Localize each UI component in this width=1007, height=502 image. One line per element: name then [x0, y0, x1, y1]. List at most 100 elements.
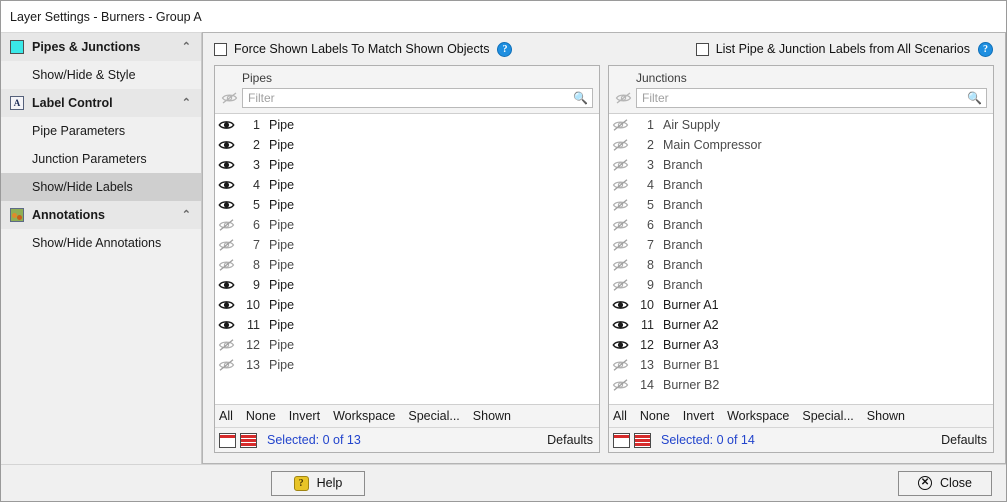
- sidebar-item-junction-parameters[interactable]: Junction Parameters: [1, 145, 201, 173]
- pipes-list[interactable]: 1 Pipe 2 Pipe 3 Pipe 4 Pipe 5 Pipe 6 Pipe 7 Pipe 8 Pipe…: [215, 113, 599, 405]
- pipes-defaults-button[interactable]: Defaults: [547, 433, 593, 447]
- sidebar-item-show-hide-labels[interactable]: Show/Hide Labels: [1, 173, 201, 201]
- table-row[interactable]: 11 Burner A2: [609, 315, 993, 335]
- table-row[interactable]: 6 Branch: [609, 215, 993, 235]
- toggle-eye-visible-icon[interactable]: [218, 298, 239, 312]
- toggle-eye-hidden-icon[interactable]: [612, 278, 633, 292]
- toggle-eye-hidden-icon[interactable]: [218, 218, 239, 232]
- table-row[interactable]: 2 Pipe: [215, 135, 599, 155]
- table-row[interactable]: 13 Pipe: [215, 355, 599, 375]
- toggle-eye-hidden-icon[interactable]: [612, 138, 633, 152]
- sidebar-item-show-hide-annotations[interactable]: Show/Hide Annotations: [1, 229, 201, 257]
- expand-rows-icon[interactable]: [634, 432, 651, 448]
- chevron-up-icon[interactable]: ⌃: [182, 209, 191, 221]
- toggle-eye-hidden-icon[interactable]: [218, 338, 239, 352]
- sidebar-item-show-hide-style[interactable]: Show/Hide & Style: [1, 61, 201, 89]
- action-invert-button[interactable]: Invert: [289, 409, 320, 423]
- table-row[interactable]: 4 Branch: [609, 175, 993, 195]
- junctions-filter-input[interactable]: Filter 🔍: [636, 88, 987, 108]
- chevron-up-icon[interactable]: ⌃: [182, 41, 191, 53]
- action-all-button[interactable]: All: [613, 409, 627, 423]
- action-none-button[interactable]: None: [640, 409, 670, 423]
- table-row[interactable]: 1 Air Supply: [609, 115, 993, 135]
- table-row[interactable]: 7 Branch: [609, 235, 993, 255]
- table-row[interactable]: 8 Branch: [609, 255, 993, 275]
- toggle-eye-hidden-icon[interactable]: [612, 198, 633, 212]
- table-row[interactable]: 2 Main Compressor: [609, 135, 993, 155]
- table-row[interactable]: 9 Pipe: [215, 275, 599, 295]
- action-shown-button[interactable]: Shown: [473, 409, 511, 423]
- row-label: Pipe: [269, 258, 295, 272]
- chevron-up-icon[interactable]: ⌃: [182, 97, 191, 109]
- pipes-header-eye-hidden-icon[interactable]: [221, 91, 242, 105]
- pipes-filter-input[interactable]: Filter 🔍: [242, 88, 593, 108]
- action-shown-button[interactable]: Shown: [867, 409, 905, 423]
- table-row[interactable]: 4 Pipe: [215, 175, 599, 195]
- collapse-rows-icon[interactable]: [219, 432, 236, 448]
- toggle-eye-visible-icon[interactable]: [612, 338, 633, 352]
- action-workspace-button[interactable]: Workspace: [333, 409, 395, 423]
- table-row[interactable]: 7 Pipe: [215, 235, 599, 255]
- close-button[interactable]: ✕ Close: [898, 470, 992, 496]
- toggle-eye-hidden-icon[interactable]: [612, 118, 633, 132]
- junctions-header-eye-hidden-icon[interactable]: [615, 91, 636, 105]
- toggle-eye-visible-icon[interactable]: [612, 318, 633, 332]
- toggle-eye-visible-icon[interactable]: [218, 118, 239, 132]
- toggle-eye-hidden-icon[interactable]: [218, 238, 239, 252]
- collapse-rows-icon[interactable]: [613, 432, 630, 448]
- expand-rows-icon[interactable]: [240, 432, 257, 448]
- toggle-eye-visible-icon[interactable]: [612, 298, 633, 312]
- sidebar-group-pipes-junctions[interactable]: Pipes & Junctions ⌃: [1, 33, 201, 61]
- search-icon[interactable]: 🔍: [967, 91, 982, 105]
- table-row[interactable]: 12 Burner A3: [609, 335, 993, 355]
- action-invert-button[interactable]: Invert: [683, 409, 714, 423]
- table-row[interactable]: 14 Burner B2: [609, 375, 993, 395]
- checkbox-box[interactable]: [214, 42, 227, 56]
- toggle-eye-hidden-icon[interactable]: [612, 218, 633, 232]
- toggle-eye-visible-icon[interactable]: [218, 138, 239, 152]
- sidebar-item-pipe-parameters[interactable]: Pipe Parameters: [1, 117, 201, 145]
- toggle-eye-visible-icon[interactable]: [218, 198, 239, 212]
- help-circle-icon[interactable]: ?: [497, 41, 513, 57]
- toggle-eye-visible-icon[interactable]: [218, 178, 239, 192]
- toggle-eye-hidden-icon[interactable]: [612, 178, 633, 192]
- search-icon[interactable]: 🔍: [573, 91, 588, 105]
- table-row[interactable]: 11 Pipe: [215, 315, 599, 335]
- junctions-defaults-button[interactable]: Defaults: [941, 433, 987, 447]
- action-workspace-button[interactable]: Workspace: [727, 409, 789, 423]
- table-row[interactable]: 5 Branch: [609, 195, 993, 215]
- toggle-eye-hidden-icon[interactable]: [612, 358, 633, 372]
- help-circle-icon[interactable]: ?: [978, 41, 993, 57]
- toggle-eye-hidden-icon[interactable]: [218, 258, 239, 272]
- toggle-eye-visible-icon[interactable]: [218, 318, 239, 332]
- checkbox-box[interactable]: [695, 42, 709, 56]
- table-row[interactable]: 10 Burner A1: [609, 295, 993, 315]
- table-row[interactable]: 3 Branch: [609, 155, 993, 175]
- table-row[interactable]: 10 Pipe: [215, 295, 599, 315]
- sidebar-group-annotations[interactable]: Annotations ⌃: [1, 201, 201, 229]
- toggle-eye-hidden-icon[interactable]: [612, 158, 633, 172]
- table-row[interactable]: 9 Branch: [609, 275, 993, 295]
- toggle-eye-hidden-icon[interactable]: [612, 378, 633, 392]
- junctions-list[interactable]: 1 Air Supply 2 Main Compressor 3 Branch 4 Branc…: [609, 113, 993, 405]
- table-row[interactable]: 8 Pipe: [215, 255, 599, 275]
- table-row[interactable]: 5 Pipe: [215, 195, 599, 215]
- action-special-button[interactable]: Special...: [408, 409, 459, 423]
- action-all-button[interactable]: All: [219, 409, 233, 423]
- toggle-eye-hidden-icon[interactable]: [218, 358, 239, 372]
- table-row[interactable]: 3 Pipe: [215, 155, 599, 175]
- action-special-button[interactable]: Special...: [802, 409, 853, 423]
- table-row[interactable]: 6 Pipe: [215, 215, 599, 235]
- toggle-eye-visible-icon[interactable]: [218, 278, 239, 292]
- table-row[interactable]: 1 Pipe: [215, 115, 599, 135]
- toggle-eye-visible-icon[interactable]: [218, 158, 239, 172]
- list-all-scenarios-checkbox[interactable]: List Pipe & Junction Labels from All Sce…: [695, 42, 970, 56]
- action-none-button[interactable]: None: [246, 409, 276, 423]
- toggle-eye-hidden-icon[interactable]: [612, 238, 633, 252]
- table-row[interactable]: 13 Burner B1: [609, 355, 993, 375]
- force-shown-labels-checkbox[interactable]: Force Shown Labels To Match Shown Object…: [214, 42, 489, 56]
- toggle-eye-hidden-icon[interactable]: [612, 258, 633, 272]
- table-row[interactable]: 12 Pipe: [215, 335, 599, 355]
- sidebar-group-label-control[interactable]: A Label Control ⌃: [1, 89, 201, 117]
- help-button[interactable]: ? Help: [271, 470, 365, 496]
